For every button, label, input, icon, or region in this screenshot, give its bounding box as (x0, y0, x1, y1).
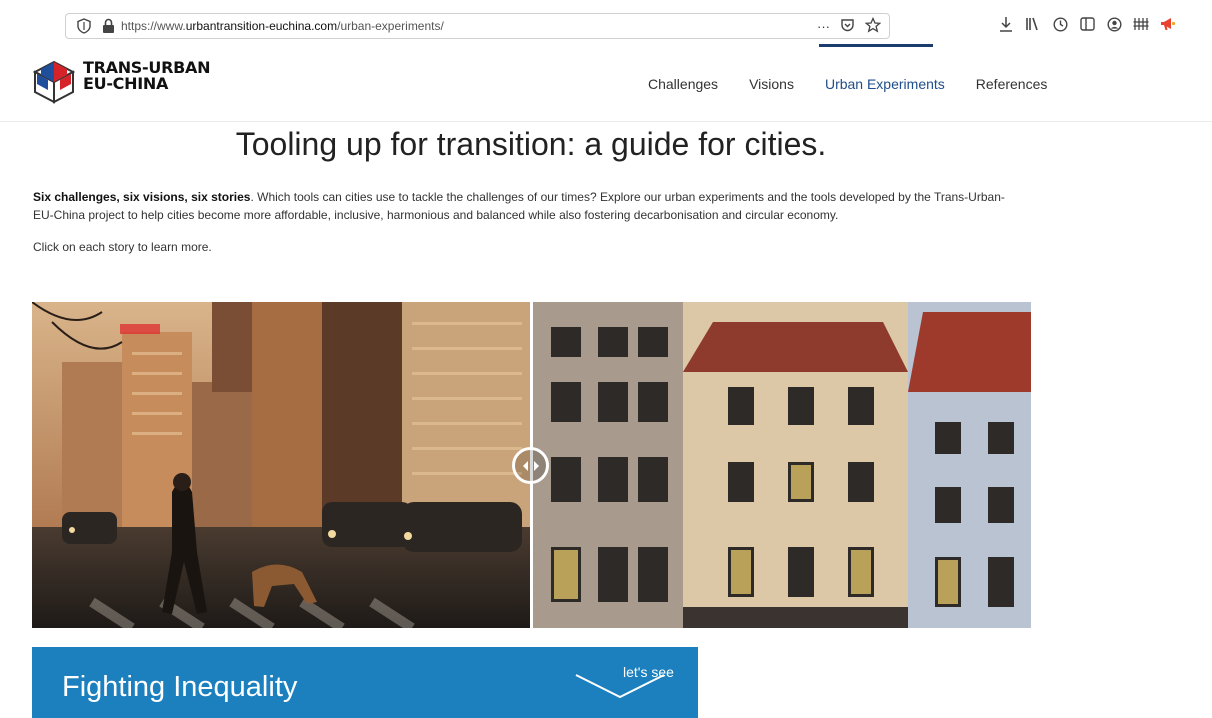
image-comparison-slider[interactable] (32, 302, 1031, 628)
street-scene-image (32, 302, 530, 628)
url-domain: urbantransition-euchina.com (185, 19, 338, 33)
nav-references[interactable]: References (976, 76, 1048, 92)
download-icon[interactable] (998, 16, 1014, 32)
intro-paragraph: Six challenges, six visions, six stories… (33, 188, 1013, 224)
more-actions-button[interactable]: ··· (817, 19, 830, 34)
nav-urban-experiments[interactable]: Urban Experiments (825, 76, 945, 92)
chevron-down-icon[interactable] (574, 671, 666, 701)
site-logo[interactable]: TRANS-URBAN EU-CHINA (33, 60, 210, 104)
history-icon[interactable] (1052, 16, 1068, 32)
click-note: Click on each story to learn more. (33, 240, 212, 254)
story-title: Fighting Inequality (62, 671, 298, 703)
bookmark-star-icon[interactable] (864, 16, 882, 36)
sidebar-icon[interactable] (1079, 16, 1095, 32)
library-icon[interactable] (1025, 16, 1041, 32)
page-title: Tooling up for transition: a guide for c… (235, 126, 827, 162)
cube-logo-icon (33, 60, 75, 104)
active-nav-indicator (819, 44, 933, 47)
browser-toolbar: https://www.urbantransition-euchina.com/… (0, 0, 1212, 44)
url-path: /urban-experiments/ (337, 19, 444, 33)
slider-arrows-icon (522, 460, 539, 471)
account-icon[interactable] (1106, 16, 1122, 32)
shield-icon[interactable] (77, 18, 91, 39)
lock-icon[interactable] (102, 18, 115, 39)
url-prefix: https://www. (121, 19, 186, 33)
address-bar[interactable]: https://www.urbantransition-euchina.com/… (65, 13, 890, 39)
url-text[interactable]: https://www.urbantransition-euchina.com/… (121, 19, 444, 33)
historic-facades-image (533, 302, 1031, 628)
megaphone-icon[interactable] (1160, 16, 1176, 32)
pocket-icon[interactable] (840, 18, 855, 36)
extensions-icon[interactable] (1133, 16, 1149, 32)
comparison-handle[interactable] (512, 447, 549, 484)
nav-challenges[interactable]: Challenges (648, 76, 718, 92)
intro-bold: Six challenges, six visions, six stories (33, 190, 251, 204)
story-card-fighting-inequality[interactable]: Fighting Inequality let's see (32, 647, 698, 718)
main-nav: Challenges Visions Urban Experiments Ref… (648, 76, 1078, 92)
nav-visions[interactable]: Visions (749, 76, 794, 92)
site-header: TRANS-URBAN EU-CHINA Challenges Visions … (0, 44, 1212, 122)
logo-line-2: EU-CHINA (83, 74, 169, 93)
